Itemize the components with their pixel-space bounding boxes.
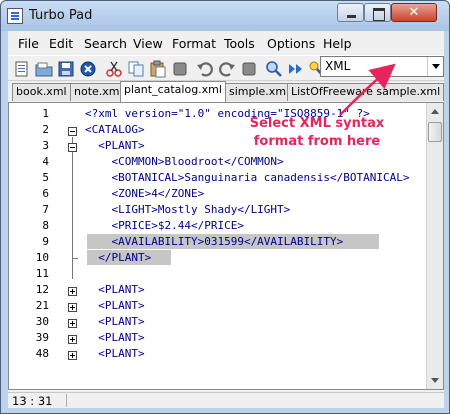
line-number: 21	[35, 299, 49, 312]
menu-bar: File Edit Search View Format Tools Optio…	[8, 34, 444, 54]
status-bar: 13 : 31	[8, 392, 444, 408]
line-number: 30	[35, 315, 49, 328]
status-divider	[66, 394, 67, 407]
code-line: <PRICE>$2.44</PRICE>	[85, 219, 244, 232]
line-number: 4	[42, 155, 49, 168]
redo-icon[interactable]	[218, 60, 236, 78]
line-number: 39	[35, 331, 49, 344]
title-bar[interactable]: Turbo Pad	[1, 1, 449, 31]
maximize-button[interactable]	[364, 3, 391, 22]
tab-simple-xml[interactable]: simple.xml	[225, 83, 294, 101]
code-line: <PLANT>	[85, 347, 145, 360]
cursor-position: 13 : 31	[12, 394, 53, 408]
expand-toggle-plant[interactable]	[68, 319, 77, 328]
line-number: 1	[42, 107, 49, 120]
line-number: 12	[35, 283, 49, 296]
tab-note-xml[interactable]: note.xml	[70, 83, 127, 101]
code-line: <BOTANICAL>Sanguinaria canadensis</BOTAN…	[85, 171, 410, 184]
tab-plant-catalog-xml[interactable]: plant_catalog.xml	[120, 81, 226, 102]
scroll-up-icon[interactable]	[431, 109, 439, 114]
notepad-icon	[7, 8, 23, 24]
code-line: <LIGHT>Mostly Shady</LIGHT>	[85, 203, 291, 216]
menu-edit[interactable]: Edit	[49, 36, 73, 51]
minimize-button[interactable]	[337, 3, 364, 22]
menu-tools[interactable]: Tools	[224, 36, 255, 51]
expand-toggle-plant[interactable]	[68, 351, 77, 360]
find-next-icon[interactable]	[287, 60, 305, 78]
line-number: 5	[42, 171, 49, 184]
stop-icon[interactable]	[240, 60, 258, 78]
menu-file[interactable]: File	[18, 36, 39, 51]
annotation-arrow	[339, 63, 396, 116]
line-number: 9	[42, 235, 49, 248]
line-gutter: 1 2 3 4 5 6 7 8 9 10 11 12 21 30 39 48	[9, 103, 78, 389]
line-number: 7	[42, 203, 49, 216]
annotation-line-2: format from here	[253, 134, 381, 149]
tab-book-xml[interactable]: book.xml	[12, 83, 71, 101]
menu-options[interactable]: Options	[267, 36, 315, 51]
line-number: 10	[35, 251, 49, 264]
line-number: 48	[35, 347, 49, 360]
code-line: <PLANT>	[85, 299, 145, 312]
line-number: 8	[42, 219, 49, 232]
fold-toggle-catalog[interactable]	[68, 127, 77, 136]
record-icon[interactable]	[171, 60, 189, 78]
menu-search[interactable]: Search	[84, 36, 127, 51]
chevron-down-icon[interactable]	[427, 57, 443, 76]
expand-toggle-plant[interactable]	[68, 303, 77, 312]
open-file-icon[interactable]	[35, 60, 53, 78]
expand-toggle-plant[interactable]	[68, 335, 77, 344]
vertical-scrollbar[interactable]	[426, 103, 443, 389]
code-line: <ZONE>4</ZONE>	[85, 187, 205, 200]
save-icon[interactable]	[57, 60, 75, 78]
code-line: </PLANT>	[85, 251, 152, 264]
menu-help[interactable]: Help	[323, 36, 352, 51]
code-line: <AVAILABILITY>031599</AVAILABILITY>	[85, 235, 344, 248]
close-file-icon[interactable]	[79, 60, 97, 78]
close-window-button[interactable]	[391, 3, 437, 22]
code-line: <PLANT>	[85, 139, 145, 152]
copy-icon[interactable]	[127, 60, 145, 78]
fold-guide	[72, 153, 73, 258]
find-icon[interactable]	[265, 60, 283, 78]
code-line: <PLANT>	[85, 315, 145, 328]
new-file-icon[interactable]	[13, 60, 31, 78]
code-line: <PLANT>	[85, 283, 145, 296]
line-number: 11	[35, 267, 49, 280]
menu-view[interactable]: View	[133, 36, 163, 51]
code-line: <COMMON>Bloodroot</COMMON>	[85, 155, 284, 168]
fold-toggle-plant[interactable]	[68, 143, 77, 152]
code-line: <CATALOG>	[85, 123, 145, 136]
line-number: 6	[42, 187, 49, 200]
scroll-thumb[interactable]	[428, 122, 442, 142]
menu-format[interactable]: Format	[172, 36, 216, 51]
expand-toggle-plant[interactable]	[68, 287, 77, 296]
window-title: Turbo Pad	[29, 8, 93, 23]
annotation-callout: Select XML syntax format from here	[248, 115, 386, 151]
scroll-down-icon[interactable]	[431, 378, 439, 383]
undo-icon[interactable]	[196, 60, 214, 78]
paste-icon[interactable]	[149, 60, 167, 78]
line-number: 2	[42, 123, 49, 136]
cut-icon[interactable]	[105, 60, 123, 78]
line-number: 3	[42, 139, 49, 152]
fold-end	[72, 258, 78, 259]
code-line: <PLANT>	[85, 331, 145, 344]
